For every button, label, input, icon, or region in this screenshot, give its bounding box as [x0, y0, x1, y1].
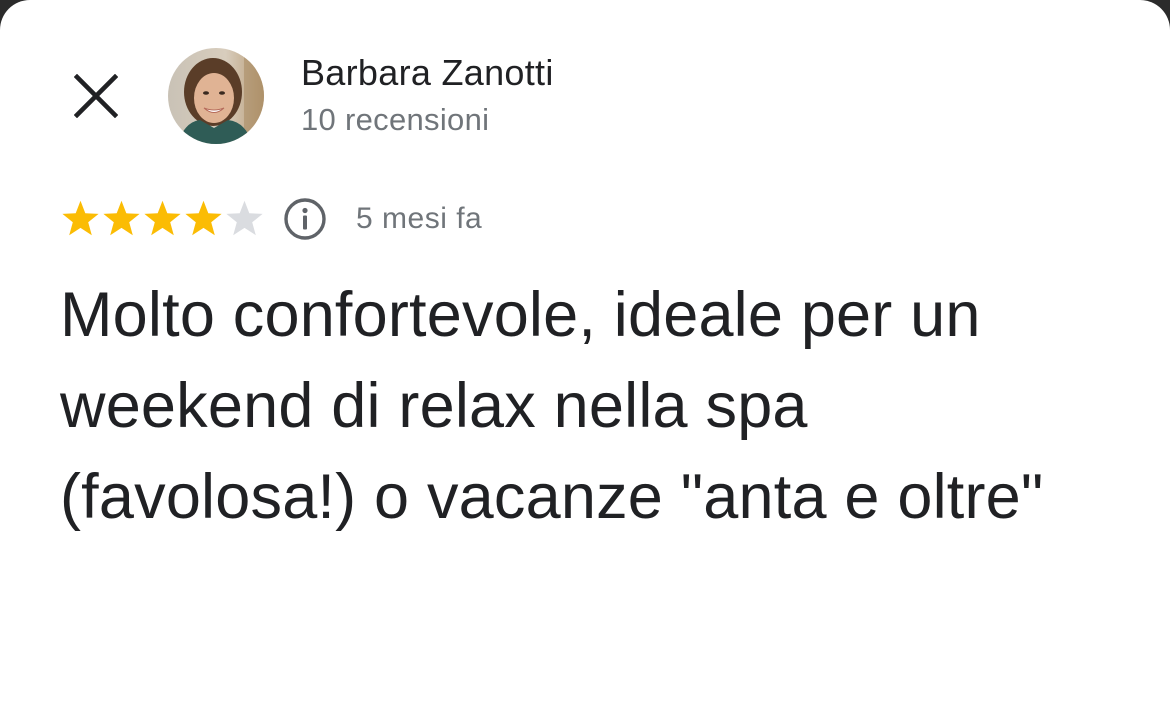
close-button[interactable] — [60, 60, 132, 132]
author-review-count: 10 recensioni — [301, 102, 490, 137]
star-empty-icon — [226, 200, 263, 235]
star-filled-icon — [185, 200, 222, 235]
author-name[interactable]: Barbara Zanotti — [301, 52, 554, 94]
review-text: Molto confortevole, ideale per un weeken… — [60, 280, 1044, 532]
info-icon[interactable] — [282, 196, 328, 242]
star-filled-icon — [62, 200, 99, 235]
review-date: 5 mesi fa — [356, 202, 483, 235]
author-avatar[interactable] — [168, 48, 264, 144]
star-rating — [60, 199, 265, 240]
star-filled-icon — [103, 200, 140, 235]
review-card: Barbara Zanotti 10 recensioni 5 mesi fa … — [0, 0, 1170, 712]
star-filled-icon — [144, 200, 181, 235]
close-icon — [74, 74, 118, 118]
rating-row: 5 mesi fa — [60, 196, 482, 242]
